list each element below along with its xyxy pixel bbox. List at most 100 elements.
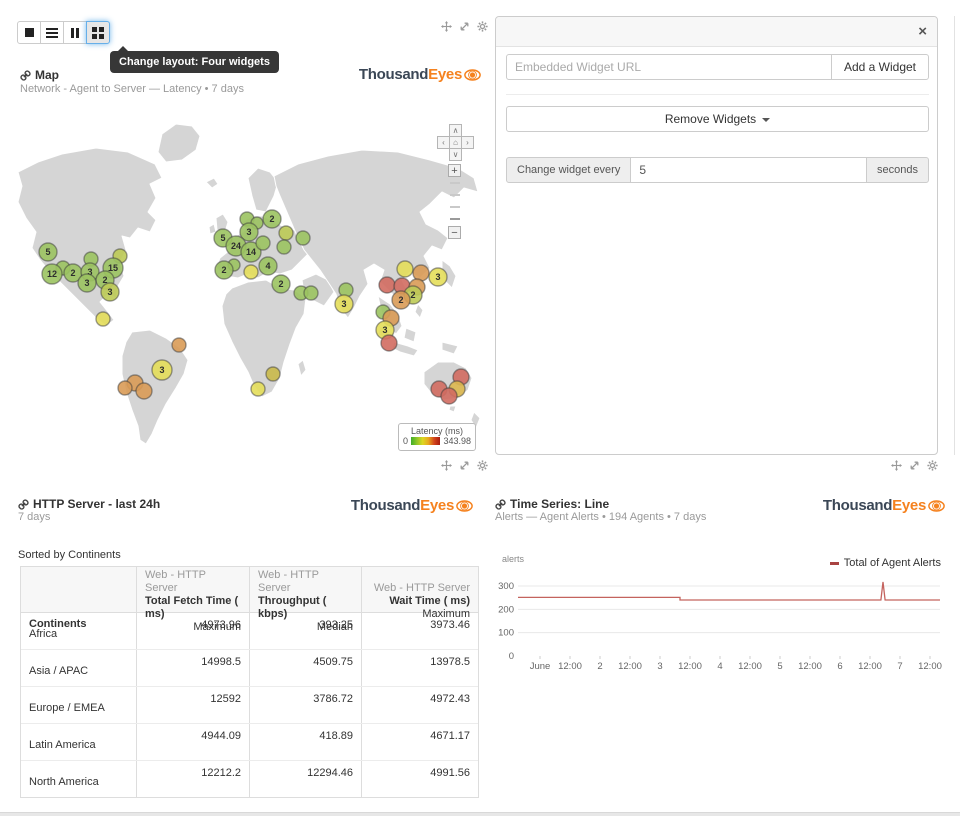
layout-two-widgets-button[interactable] (63, 21, 87, 44)
map-marker[interactable] (251, 382, 265, 396)
map-marker[interactable] (304, 286, 318, 300)
layout-four-widgets-button[interactable] (86, 21, 110, 44)
x-tick-label: 6 (837, 661, 842, 672)
value-cell: 12294.46 (249, 761, 361, 797)
zoom-slider[interactable] (450, 206, 460, 208)
map-marker-count: 3 (246, 227, 251, 237)
y-tick-label: 0 (509, 651, 514, 662)
remove-widgets-button[interactable]: Remove Widgets (506, 106, 929, 132)
world-map-svg: 51223152333235241442233223 (10, 120, 485, 455)
continent-cell: North America (21, 761, 136, 797)
thousandeyes-logo: ThousandEyes (351, 497, 473, 514)
map-marker[interactable] (381, 335, 397, 351)
latency-legend: Latency (ms) 0 343.98 (398, 423, 476, 451)
x-tick-label: June (530, 661, 551, 672)
value-cell: 4509.75 (249, 650, 361, 686)
map-marker[interactable] (266, 367, 280, 381)
latency-gradient (411, 437, 440, 445)
zoom-in-button[interactable]: + (448, 164, 461, 177)
x-tick-label: 7 (897, 661, 902, 672)
logo-text-eyes: Eyes (428, 66, 462, 83)
layout-toolbar (17, 21, 110, 44)
value-cell: 4991.56 (361, 761, 478, 797)
map-widget-header: Map (20, 68, 59, 82)
map-marker-count: 2 (221, 265, 226, 275)
value-cell: 4671.17 (361, 724, 478, 760)
value-cell: 418.89 (249, 724, 361, 760)
x-tick-label: 12:00 (558, 661, 582, 672)
embed-url-group: Add a Widget (506, 54, 929, 80)
value-cell: 12592 (136, 687, 249, 723)
map-marker[interactable] (244, 265, 258, 279)
expand-icon[interactable] (459, 460, 470, 471)
zoom-out-button[interactable]: − (448, 226, 461, 239)
divider (506, 94, 929, 95)
map-marker[interactable] (96, 312, 110, 326)
pan-right-icon[interactable]: › (461, 136, 474, 149)
layout-single-button[interactable] (17, 21, 41, 44)
x-tick-label: 12:00 (858, 661, 882, 672)
http-widget-subtitle: 7 days (18, 511, 50, 523)
eye-icon (464, 69, 481, 81)
map-marker[interactable] (172, 338, 186, 352)
timeseries-chart: 0100200300June12:00212:00312:00412:00512… (492, 570, 948, 672)
map-pan-control: ∧ ‹ ⌂ › ∨ (437, 124, 473, 160)
logo-text-thousand: Thousand (359, 66, 428, 83)
map-marker-count: 24 (231, 241, 241, 251)
map-widget-controls (441, 21, 488, 32)
gear-icon[interactable] (477, 460, 488, 471)
x-tick-label: 12:00 (918, 661, 942, 672)
timeseries-widget-subtitle: Alerts — Agent Alerts • 194 Agents • 7 d… (495, 511, 706, 523)
value-cell: 3973.46 (361, 613, 478, 649)
continents-table: Continents Web - HTTP Server Total Fetch… (20, 566, 479, 798)
interval-input[interactable] (630, 157, 867, 183)
link-icon (18, 499, 29, 510)
zoom-slider-handle[interactable] (450, 218, 460, 220)
map-marker[interactable] (397, 261, 413, 277)
map-marker[interactable] (296, 231, 310, 245)
caret-down-icon (762, 118, 770, 122)
map-marker-count: 2 (278, 279, 283, 289)
map-marker[interactable] (379, 277, 395, 293)
map-marker-count: 3 (84, 278, 89, 288)
x-tick-label: 12:00 (798, 661, 822, 672)
logo-text-eyes: Eyes (892, 497, 926, 514)
expand-icon[interactable] (459, 21, 470, 32)
gear-icon[interactable] (477, 21, 488, 32)
alerts-line (518, 582, 940, 600)
tooltip-arrow-icon (118, 46, 128, 51)
map-marker[interactable] (256, 236, 270, 250)
move-icon[interactable] (441, 460, 452, 471)
value-cell: 4973.96 (136, 613, 249, 649)
move-icon[interactable] (891, 460, 902, 471)
map-marker[interactable] (441, 388, 457, 404)
move-icon[interactable] (441, 21, 452, 32)
logo-text-thousand: Thousand (351, 497, 420, 514)
map-marker-count: 3 (382, 325, 387, 335)
x-tick-label: 5 (777, 661, 782, 672)
layout-list-button[interactable] (40, 21, 64, 44)
pan-down-icon[interactable]: ∨ (449, 148, 462, 161)
map-marker[interactable] (136, 383, 152, 399)
grid-icon (92, 27, 104, 39)
x-tick-label: 12:00 (678, 661, 702, 672)
latency-legend-max: 343.98 (443, 436, 471, 446)
embedded-widget-url-input[interactable] (506, 54, 832, 80)
expand-icon[interactable] (909, 460, 920, 471)
map-marker-count: 4 (265, 261, 270, 271)
map-marker[interactable] (277, 240, 291, 254)
world-map[interactable]: 51223152333235241442233223 ∧ ‹ ⌂ › ∨ + −… (10, 120, 485, 455)
sorted-by-label: Sorted by Continents (18, 549, 121, 561)
map-marker[interactable] (279, 226, 293, 240)
gear-icon[interactable] (927, 460, 938, 471)
thousandeyes-logo: ThousandEyes (823, 497, 945, 514)
map-marker-count: 5 (45, 247, 50, 257)
map-marker[interactable] (118, 381, 132, 395)
zoom-slider[interactable] (450, 182, 460, 184)
zoom-slider[interactable] (450, 194, 460, 196)
y-tick-label: 100 (498, 628, 514, 639)
http-widget-title: HTTP Server - last 24h (33, 497, 160, 511)
close-icon[interactable]: × (918, 25, 927, 39)
add-widget-button[interactable]: Add a Widget (831, 54, 929, 80)
link-icon (20, 70, 31, 81)
